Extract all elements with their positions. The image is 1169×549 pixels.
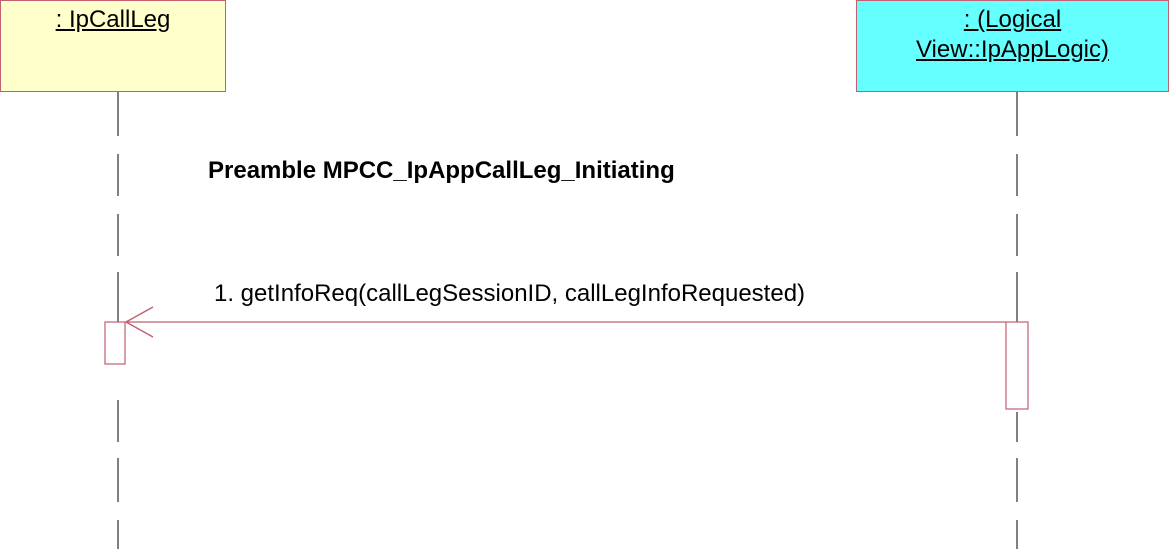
lifeline-ipcallleg: : IpCallLeg bbox=[0, 0, 226, 92]
preamble-note: Preamble MPCC_IpAppCallLeg_Initiating bbox=[208, 157, 675, 184]
lifeline-ipapplogic-label-line1: : (Logical bbox=[963, 6, 1062, 33]
lifeline-ipapplogic: : (Logical View::IpAppLogic) bbox=[856, 0, 1169, 92]
message-label: 1. getInfoReq(callLegSessionID, callLegI… bbox=[214, 280, 806, 307]
activation-bar-right bbox=[1005, 321, 1029, 410]
lifeline-ipcallleg-label: : IpCallLeg bbox=[55, 6, 171, 33]
activation-bar-left bbox=[104, 321, 126, 365]
lifeline-ipapplogic-label-line2: View::IpAppLogic) bbox=[915, 36, 1109, 63]
